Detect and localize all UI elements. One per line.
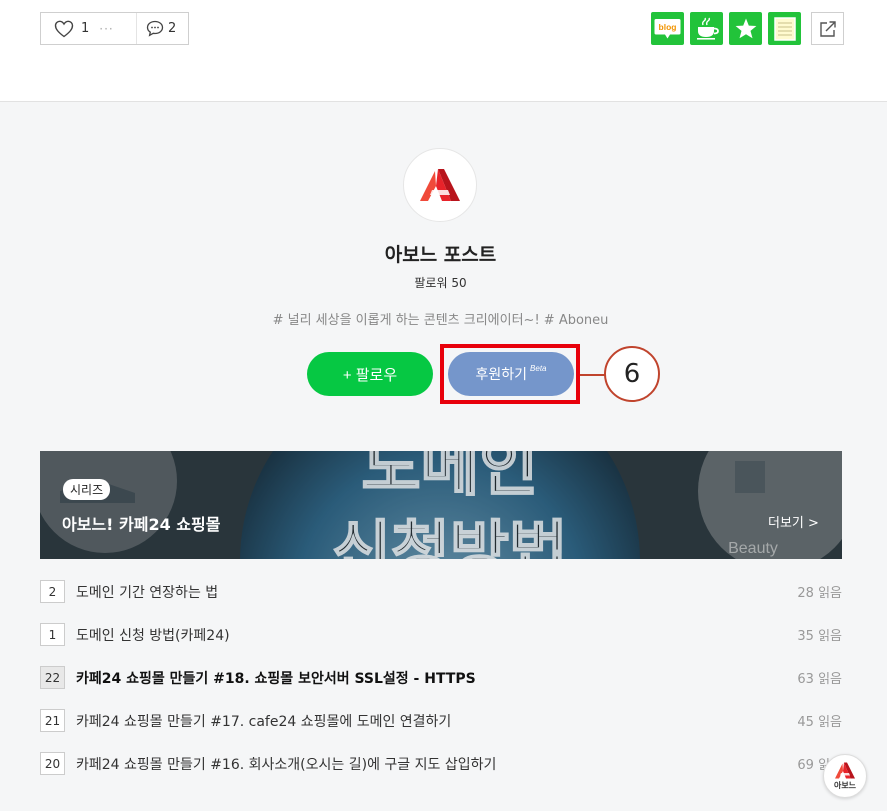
- banner-art-word-3: Beauty: [728, 540, 778, 557]
- follow-button[interactable]: + 팔로우: [307, 352, 433, 396]
- post-read-count: 45 읽음: [797, 715, 842, 730]
- share-favorite-button[interactable]: [729, 12, 762, 45]
- banner-art-word-1: 도메인: [362, 451, 539, 505]
- post-read-count: 63 읽음: [797, 672, 842, 687]
- like-button[interactable]: 1 ···: [41, 13, 137, 44]
- post-read-count: 35 읽음: [797, 629, 842, 644]
- profile-description: # 널리 세상을 이롭게 하는 콘텐츠 크리에이터~! # Aboneu: [272, 313, 609, 328]
- post-number: 2: [40, 580, 65, 603]
- aboneu-logo-small: [835, 762, 855, 778]
- blog-icon-text: blog: [659, 22, 677, 32]
- floating-profile-button[interactable]: 아보느: [823, 754, 867, 798]
- like-more-dots[interactable]: ···: [99, 22, 113, 36]
- series-tag: 시리즈: [63, 479, 111, 500]
- post-title[interactable]: 카페24 쇼핑몰 만들기 #18. 쇼핑몰 보안서버 SSL설정 - HTTPS: [76, 668, 797, 688]
- share-memo-button[interactable]: [768, 12, 801, 45]
- post-row[interactable]: 20 카페24 쇼핑몰 만들기 #16. 회사소개(오시는 길)에 구글 지도 …: [40, 742, 842, 785]
- post-read-count: 28 읽음: [797, 586, 842, 601]
- profile-name[interactable]: 아보느 포스트: [0, 240, 881, 267]
- memo-icon: [773, 16, 796, 41]
- reaction-box: 1 ··· 2: [40, 12, 189, 45]
- banner-art-word-2: 신청방법: [332, 515, 568, 559]
- share-icons: blog: [651, 12, 844, 45]
- share-export-button[interactable]: [811, 12, 844, 45]
- sponsor-label: 후원하기: [475, 366, 528, 382]
- series-post-list: 2 도메인 기간 연장하는 법 28 읽음 1 도메인 신청 방법(카페24) …: [40, 570, 842, 785]
- post-title[interactable]: 카페24 쇼핑몰 만들기 #16. 회사소개(오시는 길)에 구글 지도 삽입하…: [76, 754, 797, 774]
- profile-avatar[interactable]: [403, 148, 477, 222]
- beta-badge: Beta: [530, 363, 547, 373]
- share-cafe-button[interactable]: [690, 12, 723, 45]
- blog-icon: blog: [654, 18, 681, 38]
- series-banner[interactable]: 도메인 신청방법 Beauty 시리즈 아보느! 카페24 쇼핑몰 더보기 >: [40, 451, 842, 559]
- star-icon: [735, 18, 756, 38]
- post-row[interactable]: 1 도메인 신청 방법(카페24) 35 읽음: [40, 613, 842, 656]
- aboneu-logo: [420, 169, 460, 201]
- post-number: 20: [40, 752, 65, 775]
- sponsor-button[interactable]: 후원하기 Beta: [448, 352, 574, 396]
- comment-icon: [146, 20, 164, 37]
- post-footer-bar: 1 ··· 2 blog: [0, 0, 887, 102]
- series-title[interactable]: 아보느! 카페24 쇼핑몰: [62, 511, 220, 535]
- post-number: 1: [40, 623, 65, 646]
- post-number: 22: [40, 666, 65, 689]
- cafe-icon: [696, 17, 719, 40]
- share-blog-button[interactable]: blog: [651, 12, 684, 45]
- series-more-link[interactable]: 더보기 >: [768, 512, 819, 531]
- profile-followers: 팔로워 50: [414, 276, 467, 290]
- post-title[interactable]: 도메인 신청 방법(카페24): [76, 625, 797, 645]
- post-row[interactable]: 2 도메인 기간 연장하는 법 28 읽음: [40, 570, 842, 613]
- post-number: 21: [40, 709, 65, 732]
- floating-logo-label: 아보느: [833, 780, 857, 790]
- post-row-current[interactable]: 22 카페24 쇼핑몰 만들기 #18. 쇼핑몰 보안서버 SSL설정 - HT…: [40, 656, 842, 699]
- post-title[interactable]: 카페24 쇼핑몰 만들기 #17. cafe24 쇼핑몰에 도메인 연결하기: [76, 711, 797, 731]
- post-title[interactable]: 도메인 기간 연장하는 법: [76, 582, 797, 602]
- callout-number-badge: 6: [604, 346, 660, 402]
- export-icon: [819, 20, 836, 37]
- post-row[interactable]: 21 카페24 쇼핑몰 만들기 #17. cafe24 쇼핑몰에 도메인 연결하…: [40, 699, 842, 742]
- comment-button[interactable]: 2: [137, 20, 176, 37]
- heart-icon: [54, 20, 74, 37]
- comment-count: 2: [168, 21, 177, 36]
- series-banner-art: 도메인 신청방법 Beauty: [40, 451, 842, 559]
- like-count: 1: [81, 21, 90, 36]
- callout-connector: [580, 374, 606, 376]
